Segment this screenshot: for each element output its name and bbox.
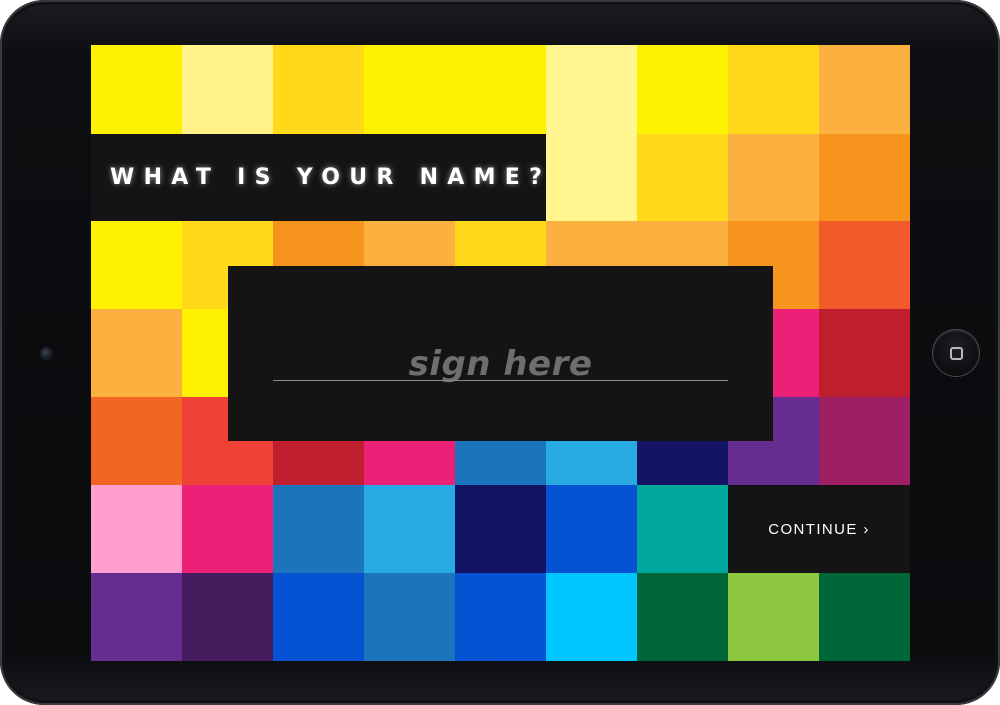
color-tile [637, 485, 728, 573]
page-title: WHAT IS YOUR NAME? [110, 165, 552, 190]
color-tile [91, 573, 182, 661]
color-tile [273, 45, 364, 134]
home-square-icon [949, 346, 963, 360]
color-tile [728, 573, 819, 661]
color-tile [546, 485, 637, 573]
color-tile [546, 573, 637, 661]
color-tile [182, 485, 273, 573]
color-tile [364, 573, 455, 661]
color-tile [637, 45, 728, 134]
color-tile [91, 309, 182, 397]
color-tile [455, 485, 546, 573]
signature-line [273, 380, 728, 381]
color-tile [182, 45, 273, 134]
home-button[interactable] [933, 330, 979, 376]
color-tile [91, 485, 182, 573]
color-tile [819, 397, 910, 485]
color-tile [364, 45, 455, 134]
color-tile [819, 45, 910, 134]
front-camera [41, 348, 52, 359]
color-tile [637, 134, 728, 221]
color-tile [455, 573, 546, 661]
signature-pad[interactable]: sign here [228, 266, 773, 441]
color-tile [364, 485, 455, 573]
color-tile [819, 573, 910, 661]
signature-placeholder: sign here [408, 344, 593, 384]
color-tile [455, 45, 546, 134]
continue-label: CONTINUE › [768, 520, 870, 538]
color-tile [728, 45, 819, 134]
app-screen: WHAT IS YOUR NAME? sign here CONTINUE › [91, 45, 910, 661]
color-tile [637, 573, 728, 661]
color-tile [819, 221, 910, 309]
color-tile [273, 485, 364, 573]
color-tile [546, 45, 637, 134]
color-tile [91, 221, 182, 309]
color-tile [91, 45, 182, 134]
color-tile [819, 309, 910, 397]
color-tile [273, 573, 364, 661]
color-tile [546, 134, 637, 221]
color-tile [728, 134, 819, 221]
color-tile [819, 134, 910, 221]
color-tile [182, 573, 273, 661]
color-tile [91, 397, 182, 485]
prompt-panel: WHAT IS YOUR NAME? [91, 134, 546, 221]
continue-button[interactable]: CONTINUE › [728, 485, 910, 573]
tablet-device: WHAT IS YOUR NAME? sign here CONTINUE › [0, 0, 1000, 705]
